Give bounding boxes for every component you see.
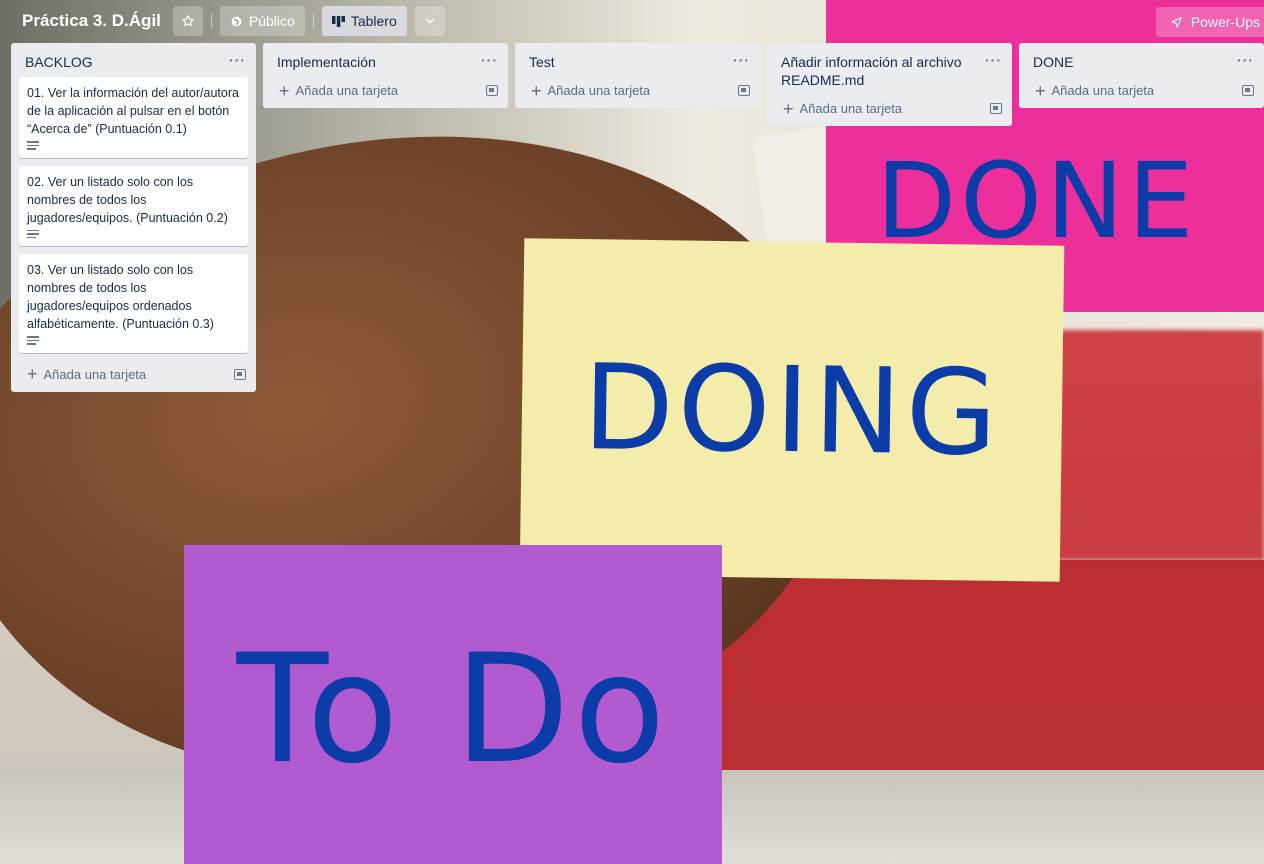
- template-icon[interactable]: [486, 85, 498, 96]
- list-title[interactable]: BACKLOG: [25, 53, 93, 71]
- more-icon[interactable]: ···: [733, 53, 750, 67]
- card-title: 01. Ver la información del autor/autora …: [27, 86, 239, 136]
- description-icon: [27, 141, 39, 150]
- more-icon[interactable]: ···: [481, 53, 498, 67]
- add-card-label: Añada una tarjeta: [43, 366, 147, 382]
- plus-icon: +: [279, 80, 290, 101]
- list-title[interactable]: Añadir información al archivo README.md: [781, 53, 971, 89]
- list-title[interactable]: Test: [529, 53, 555, 71]
- more-icon[interactable]: ···: [1237, 53, 1254, 67]
- add-card-row: + Añada una tarjeta: [767, 95, 1012, 126]
- list-header: DONE ···: [1019, 43, 1264, 77]
- add-card-button[interactable]: + Añada una tarjeta: [783, 98, 903, 119]
- card[interactable]: 03. Ver un listado solo con los nombres …: [19, 254, 248, 353]
- list-readme: Añadir información al archivo README.md …: [767, 43, 1012, 126]
- list-implementacion: Implementación ··· + Añada una tarjeta: [263, 43, 508, 108]
- description-icon: [27, 336, 39, 345]
- add-card-label: Añada una tarjeta: [1051, 83, 1155, 98]
- chevron-down-icon: [425, 18, 434, 24]
- add-card-row: + Añada una tarjeta: [515, 77, 760, 108]
- view-label: Tablero: [350, 13, 397, 29]
- view-dropdown-button[interactable]: [414, 6, 445, 36]
- plus-icon: +: [531, 80, 542, 101]
- rocket-icon: [1170, 16, 1182, 28]
- add-card-button[interactable]: + Añada una tarjeta: [1035, 80, 1155, 101]
- template-icon[interactable]: [990, 103, 1002, 114]
- board-header: Práctica 3. D.Ágil Público Tablero Power…: [0, 0, 1264, 42]
- add-card-button[interactable]: + Añada una tarjeta: [27, 364, 147, 384]
- header-separator: [312, 13, 314, 29]
- more-icon[interactable]: ···: [985, 53, 1002, 67]
- card-container: 01. Ver la información del autor/autora …: [11, 77, 256, 353]
- add-card-label: Añada una tarjeta: [799, 101, 903, 116]
- sticky-note-todo: To Do: [184, 545, 722, 864]
- card[interactable]: 01. Ver la información del autor/autora …: [19, 77, 248, 158]
- add-card-label: Añada una tarjeta: [547, 83, 651, 98]
- list-title[interactable]: Implementación: [277, 53, 376, 71]
- card-title: 03. Ver un listado solo con los nombres …: [27, 263, 214, 331]
- card[interactable]: 02. Ver un listado solo con los nombres …: [19, 165, 248, 246]
- list-title[interactable]: DONE: [1033, 53, 1073, 71]
- template-icon[interactable]: [738, 85, 750, 96]
- powerups-label: Power-Ups: [1190, 14, 1260, 30]
- add-card-label: Añada una tarjeta: [295, 83, 399, 98]
- sticky-note-doing: DOING: [519, 238, 1065, 582]
- description-icon: [27, 229, 39, 238]
- star-button[interactable]: [172, 6, 203, 36]
- add-card-row: + Añada una tarjeta: [11, 361, 256, 392]
- visibility-button[interactable]: Público: [219, 6, 305, 36]
- add-card-row: + Añada una tarjeta: [1019, 77, 1264, 108]
- list-header: Test ···: [515, 43, 760, 77]
- board-title[interactable]: Práctica 3. D.Ágil: [10, 5, 173, 37]
- template-icon[interactable]: [1242, 85, 1254, 96]
- board-icon: [331, 15, 345, 27]
- plus-icon: +: [783, 98, 794, 119]
- view-switcher-button[interactable]: Tablero: [321, 6, 407, 36]
- powerups-button[interactable]: Power-Ups: [1155, 7, 1264, 37]
- template-icon[interactable]: [234, 368, 246, 380]
- more-icon[interactable]: ···: [229, 53, 246, 67]
- header-separator: [210, 13, 212, 29]
- list-test: Test ··· + Añada una tarjeta: [515, 43, 760, 108]
- list-header: Añadir información al archivo README.md …: [767, 43, 1012, 95]
- list-backlog: BACKLOG ··· 01. Ver la información del a…: [11, 43, 256, 392]
- card-title: 02. Ver un listado solo con los nombres …: [27, 174, 228, 225]
- plus-icon: +: [1035, 80, 1046, 101]
- add-card-row: + Añada una tarjeta: [263, 77, 508, 108]
- plus-icon: +: [27, 364, 38, 384]
- add-card-button[interactable]: + Añada una tarjeta: [531, 80, 651, 101]
- visibility-label: Público: [248, 13, 295, 29]
- list-header: BACKLOG ···: [11, 43, 256, 77]
- add-card-button[interactable]: + Añada una tarjeta: [279, 80, 399, 101]
- star-icon: [182, 15, 194, 27]
- list-header: Implementación ···: [263, 43, 508, 77]
- list-done: DONE ··· + Añada una tarjeta: [1019, 43, 1264, 108]
- globe-icon: [231, 16, 242, 26]
